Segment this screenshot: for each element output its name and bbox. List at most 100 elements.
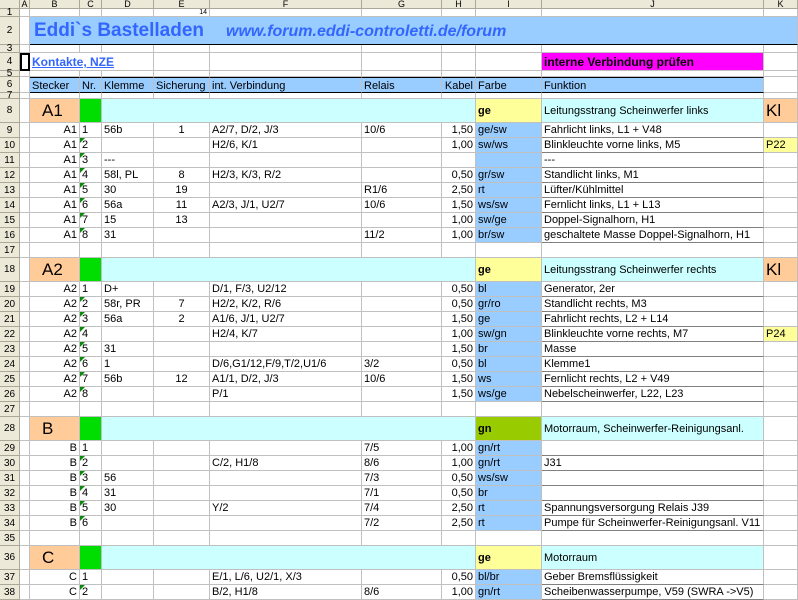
cell-funktion[interactable]: Pumpe für Scheinwerfer-Reinigungsanl. V1… xyxy=(542,516,764,531)
cell-kabel[interactable]: 0,50 xyxy=(442,282,476,297)
cell-farbe[interactable]: br xyxy=(476,486,542,501)
cell[interactable] xyxy=(30,9,80,17)
cell-verbindung[interactable]: E/1, L/6, U2/1, X/3 xyxy=(210,570,362,585)
cell-k[interactable] xyxy=(764,342,798,357)
cell[interactable] xyxy=(30,243,80,258)
cell-kabel[interactable]: 1,50 xyxy=(442,387,476,402)
cell-kabel[interactable]: 1,00 xyxy=(442,228,476,243)
cell[interactable] xyxy=(20,153,30,168)
cell-verbindung[interactable]: H2/3, K/3, R/2 xyxy=(210,168,362,183)
cell-funktion[interactable]: Klemme1 xyxy=(542,357,764,372)
cell-funktion[interactable]: Fahrlicht links, L1 + V48 xyxy=(542,123,764,138)
cell-k[interactable]: P22 xyxy=(764,138,798,153)
cell-stecker[interactable]: A1 xyxy=(30,123,80,138)
cell-relais[interactable] xyxy=(362,312,442,327)
cell-nr[interactable]: 1 xyxy=(80,441,102,456)
cell-nr[interactable]: 4 xyxy=(80,486,102,501)
cell[interactable] xyxy=(20,456,30,471)
cell[interactable] xyxy=(20,372,30,387)
cell-klemme[interactable]: 58l, PL xyxy=(102,168,154,183)
cell[interactable] xyxy=(102,243,154,258)
cell-funktion[interactable]: Spannungsversorgung Relais J39 xyxy=(542,501,764,516)
cell-verbindung[interactable]: D/1, F/3, U2/12 xyxy=(210,282,362,297)
section-name[interactable]: B xyxy=(30,417,80,441)
row-number[interactable]: 3 xyxy=(0,44,20,54)
column-header-k[interactable]: K xyxy=(764,0,798,9)
cell-farbe[interactable]: rt xyxy=(476,183,542,198)
cell-verbindung[interactable] xyxy=(210,153,362,168)
cell-verbindung[interactable]: A2/3, J/1, U2/7 xyxy=(210,198,362,213)
cell[interactable] xyxy=(542,9,764,17)
cell[interactable] xyxy=(362,243,442,258)
cell[interactable] xyxy=(154,402,210,417)
cell[interactable] xyxy=(20,138,30,153)
row-number[interactable]: 26 xyxy=(0,387,20,402)
cell-k[interactable] xyxy=(764,585,798,600)
cell-k[interactable] xyxy=(764,213,798,228)
cell-relais[interactable]: 10/6 xyxy=(362,123,442,138)
cell-verbindung[interactable]: D/6,G1/12,F/9,T/2,U1/6 xyxy=(210,357,362,372)
cell[interactable] xyxy=(80,9,102,17)
cell[interactable] xyxy=(210,53,362,71)
cell-farbe[interactable]: ge/sw xyxy=(476,123,542,138)
cell-relais[interactable]: R1/6 xyxy=(362,183,442,198)
cell-k[interactable] xyxy=(764,516,798,531)
cell-stecker[interactable]: A1 xyxy=(30,153,80,168)
cell-nr[interactable]: 3 xyxy=(80,153,102,168)
cell[interactable] xyxy=(476,9,542,17)
cell-funktion[interactable]: Blinkleuchte vorne links, M5 xyxy=(542,138,764,153)
row-number[interactable]: 21 xyxy=(0,312,20,327)
cell[interactable] xyxy=(20,99,30,123)
row-number[interactable]: 34 xyxy=(0,516,20,531)
cell-sicherung[interactable] xyxy=(154,471,210,486)
cell-nr[interactable]: 8 xyxy=(80,387,102,402)
cell-stecker[interactable]: A2 xyxy=(30,282,80,297)
cell[interactable] xyxy=(442,9,476,17)
cell-farbe[interactable]: br/sw xyxy=(476,228,542,243)
cell[interactable] xyxy=(476,402,542,417)
header-klemme[interactable]: Klemme xyxy=(102,77,154,93)
row-number[interactable]: 19 xyxy=(0,282,20,297)
cell-nr[interactable]: 5 xyxy=(80,501,102,516)
cell-sicherung[interactable] xyxy=(154,441,210,456)
cell-stecker[interactable]: A1 xyxy=(30,228,80,243)
cell-relais[interactable] xyxy=(362,153,442,168)
cell[interactable] xyxy=(442,531,476,546)
cell-verbindung[interactable]: H2/6, K/1 xyxy=(210,138,362,153)
cell-klemme[interactable] xyxy=(102,516,154,531)
cell[interactable] xyxy=(764,53,798,71)
cell-funktion[interactable]: Doppel-Signalhorn, H1 xyxy=(542,213,764,228)
cell-klemme[interactable]: 56b xyxy=(102,372,154,387)
cell-klemme[interactable] xyxy=(102,570,154,585)
cell[interactable] xyxy=(20,546,30,570)
cell-k[interactable] xyxy=(764,570,798,585)
cell-stecker[interactable]: B xyxy=(30,516,80,531)
section-marker[interactable] xyxy=(80,99,102,123)
cell[interactable] xyxy=(542,45,764,53)
cell-farbe[interactable]: ws/ge xyxy=(476,387,542,402)
cell[interactable] xyxy=(20,441,30,456)
row-number[interactable]: 32 xyxy=(0,486,20,501)
cell-sicherung[interactable] xyxy=(154,456,210,471)
cell[interactable] xyxy=(210,531,362,546)
cell-relais[interactable] xyxy=(362,570,442,585)
cell-kabel[interactable]: 1,00 xyxy=(442,456,476,471)
cell-nr[interactable]: 1 xyxy=(80,123,102,138)
cell-farbe[interactable]: gn/rt xyxy=(476,585,542,600)
section-name[interactable]: A1 xyxy=(30,99,80,123)
cell[interactable] xyxy=(20,123,30,138)
cell-kabel[interactable]: 1,50 xyxy=(442,342,476,357)
cell-k[interactable] xyxy=(764,198,798,213)
cell-funktion[interactable]: geschaltete Masse Doppel-Signalhorn, H1 xyxy=(542,228,764,243)
section-funktion[interactable]: Leitungsstrang Scheinwerfer rechts xyxy=(542,258,764,282)
cell-farbe[interactable]: bl xyxy=(476,282,542,297)
cell-kabel[interactable]: 1,50 xyxy=(442,312,476,327)
cell-funktion[interactable]: Standlicht links, M1 xyxy=(542,168,764,183)
cell-klemme[interactable]: 31 xyxy=(102,486,154,501)
section-k[interactable]: Kl xyxy=(764,99,798,123)
cell-k[interactable] xyxy=(764,372,798,387)
cell[interactable] xyxy=(20,77,30,93)
cell-sicherung[interactable] xyxy=(154,138,210,153)
row-number[interactable]: 16 xyxy=(0,228,20,243)
cell-verbindung[interactable] xyxy=(210,228,362,243)
